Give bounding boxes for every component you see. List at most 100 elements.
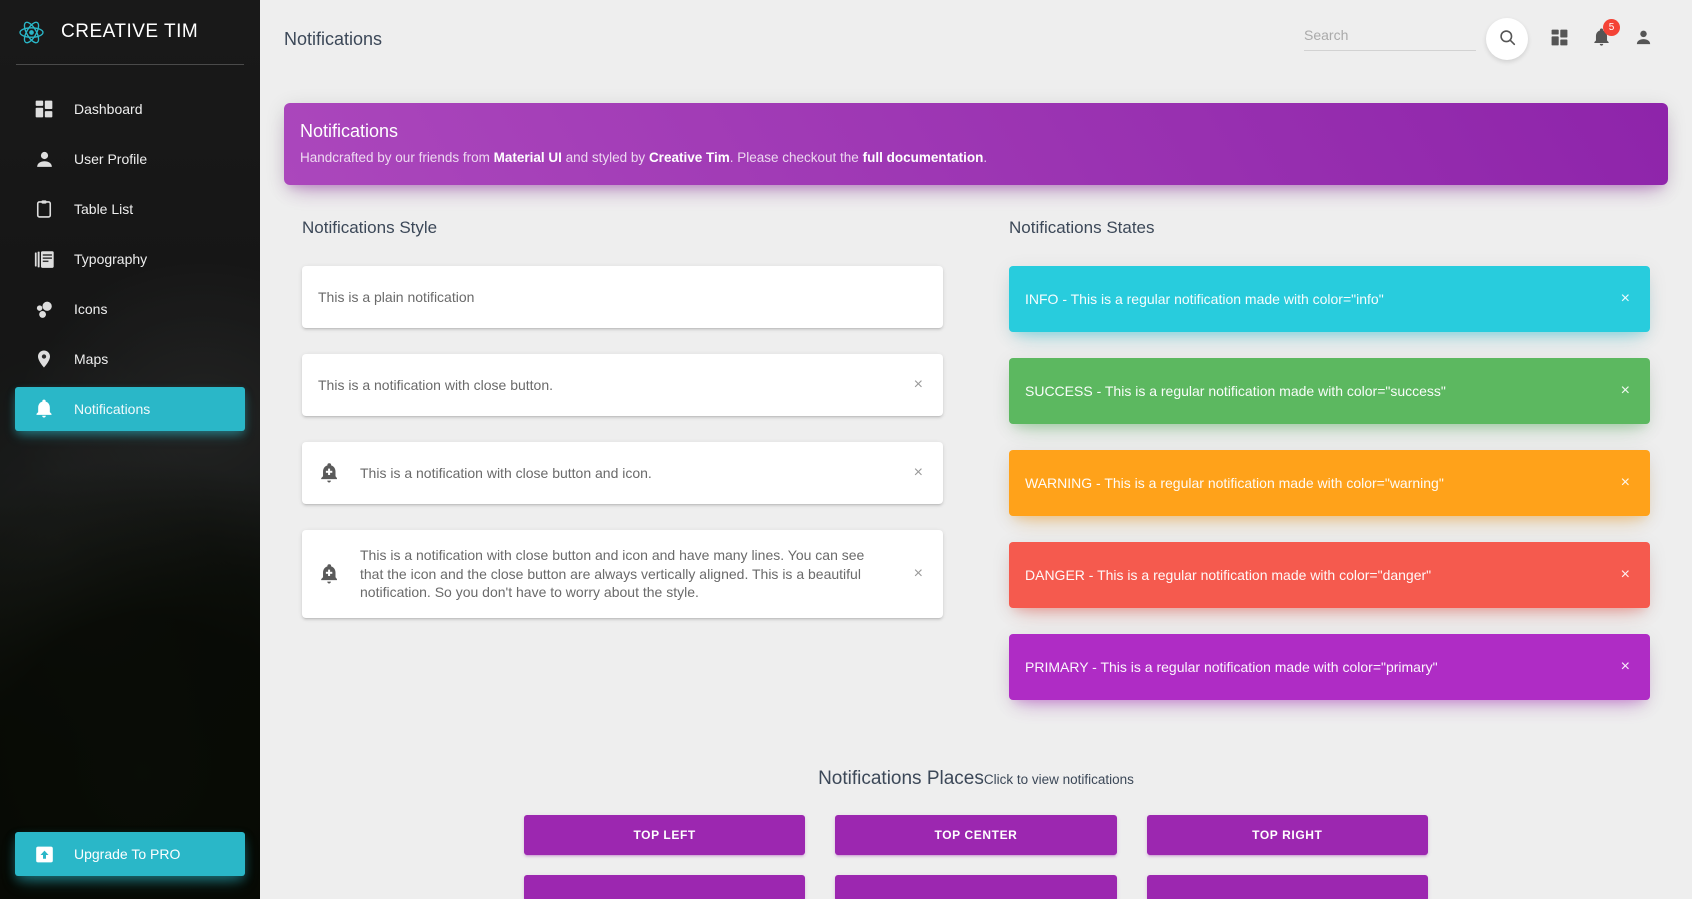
brand-name: CREATIVE TIM [61,21,198,43]
notification-text: DANGER - This is a regular notification … [1025,567,1617,583]
add-alert-icon [318,461,342,485]
close-icon[interactable]: × [1617,655,1634,679]
page-title: Notifications [284,29,382,50]
banner-text-4: . [983,150,987,165]
close-icon[interactable]: × [1617,563,1634,587]
notification-state-primary: PRIMARY - This is a regular notification… [1009,634,1650,700]
sidebar-nav: Dashboard User Profile [0,65,260,431]
sidebar-item-label: User Profile [74,151,147,167]
user-account-button[interactable] [1626,22,1660,56]
brand[interactable]: CREATIVE TIM [0,0,260,64]
notifications-style-title: Notifications Style [302,218,943,238]
notifications-style-column: Notifications Style This is a plain noti… [302,218,943,726]
top-right-button[interactable]: TOP RIGHT [1147,815,1428,855]
full-documentation-link[interactable]: full documentation [863,150,984,165]
notification-card-multiline: This is a notification with close button… [302,530,943,618]
search-input[interactable] [1304,27,1476,43]
notification-text: This is a notification with close button… [360,464,910,483]
library-books-icon [31,247,57,271]
notifications-states-title: Notifications States [1009,218,1650,238]
bubble-chart-icon [31,297,57,321]
creative-tim-link[interactable]: Creative Tim [649,150,730,165]
places-button-grid: TOP LEFT TOP CENTER TOP RIGHT [284,815,1668,899]
bottom-right-button[interactable] [1147,875,1428,899]
dashboard-grid-icon [31,97,57,121]
react-atom-icon [18,19,45,46]
close-icon[interactable]: × [1617,287,1634,311]
banner-text-2: and styled by [562,150,649,165]
dashboard-grid-icon [1550,28,1569,50]
notification-text: WARNING - This is a regular notification… [1025,475,1617,491]
notification-text: SUCCESS - This is a regular notification… [1025,383,1617,399]
notifications-columns: Notifications Style This is a plain noti… [284,218,1668,726]
sidebar-item-notifications[interactable]: Notifications [15,387,245,431]
topbar-actions: 5 [1304,18,1668,60]
material-ui-link[interactable]: Material UI [494,150,562,165]
banner-text-3: . Please checkout the [730,150,863,165]
location-pin-icon [31,347,57,371]
content-area: Notifications Handcrafted by our friends… [260,103,1692,899]
top-left-button[interactable]: TOP LEFT [524,815,805,855]
person-icon [1634,28,1653,50]
sidebar-item-label: Typography [74,251,147,267]
close-icon[interactable]: × [910,562,927,586]
unarchive-icon [31,842,57,866]
search-button[interactable] [1486,18,1528,60]
close-icon[interactable]: × [1617,379,1634,403]
upgrade-to-pro-button[interactable]: Upgrade To PRO [15,832,245,876]
sidebar-item-label: Maps [74,351,108,367]
search-field [1304,27,1476,51]
bottom-center-button[interactable] [835,875,1116,899]
sidebar-item-maps[interactable]: Maps [15,337,245,381]
top-center-button[interactable]: TOP CENTER [835,815,1116,855]
notification-text: This is a notification with close button… [360,546,910,602]
notifications-states-column: Notifications States INFO - This is a re… [1009,218,1650,726]
notification-state-warning: WARNING - This is a regular notification… [1009,450,1650,516]
sidebar-item-user-profile[interactable]: User Profile [15,137,245,181]
topbar: Notifications [260,0,1692,78]
sidebar-item-table-list[interactable]: Table List [15,187,245,231]
notification-text: This is a notification with close button… [318,376,910,395]
clipboard-icon [31,197,57,221]
sidebar-item-label: Table List [74,201,133,217]
close-icon[interactable]: × [910,373,927,397]
sidebar-item-typography[interactable]: Typography [15,237,245,281]
places-column-left: TOP LEFT [524,815,805,899]
places-heading: Notifications Places [818,768,984,789]
close-icon[interactable]: × [1617,471,1634,495]
notification-state-danger: DANGER - This is a regular notification … [1009,542,1650,608]
places-column-center: TOP CENTER [835,815,1116,899]
main-content: Notifications [260,0,1692,899]
documentation-banner: Notifications Handcrafted by our friends… [284,103,1668,185]
sidebar-item-icons[interactable]: Icons [15,287,245,331]
add-alert-icon [318,562,342,586]
places-column-right: TOP RIGHT [1147,815,1428,899]
close-icon[interactable]: × [910,461,927,485]
sidebar-item-label: Icons [74,301,107,317]
notification-text: PRIMARY - This is a regular notification… [1025,659,1617,675]
notification-state-info: INFO - This is a regular notification ma… [1009,266,1650,332]
sidebar-item-label: Dashboard [74,101,143,117]
bell-icon [31,397,57,421]
notifications-badge: 5 [1603,19,1620,36]
banner-title: Notifications [300,121,1652,142]
notification-card-with-close: This is a notification with close button… [302,354,943,416]
sidebar: CREATIVE TIM Dashboard [0,0,260,899]
search-icon [1498,28,1517,50]
dashboard-button[interactable] [1542,22,1576,56]
bottom-left-button[interactable] [524,875,805,899]
upgrade-to-pro-label: Upgrade To PRO [74,846,180,862]
sidebar-item-label: Notifications [74,401,150,417]
notifications-button[interactable]: 5 [1584,22,1618,56]
places-subheading: Click to view notifications [984,772,1134,787]
notification-text: INFO - This is a regular notification ma… [1025,291,1617,307]
sidebar-item-dashboard[interactable]: Dashboard [15,87,245,131]
person-icon [31,147,57,171]
banner-text-1: Handcrafted by our friends from [300,150,494,165]
notification-state-success: SUCCESS - This is a regular notification… [1009,358,1650,424]
banner-subtitle: Handcrafted by our friends from Material… [300,150,1652,165]
places-heading-row: Notifications PlacesClick to view notifi… [284,768,1668,790]
notification-card-with-icon: This is a notification with close button… [302,442,943,504]
notifications-places-section: Notifications PlacesClick to view notifi… [284,768,1668,899]
notification-card-plain: This is a plain notification [302,266,943,328]
